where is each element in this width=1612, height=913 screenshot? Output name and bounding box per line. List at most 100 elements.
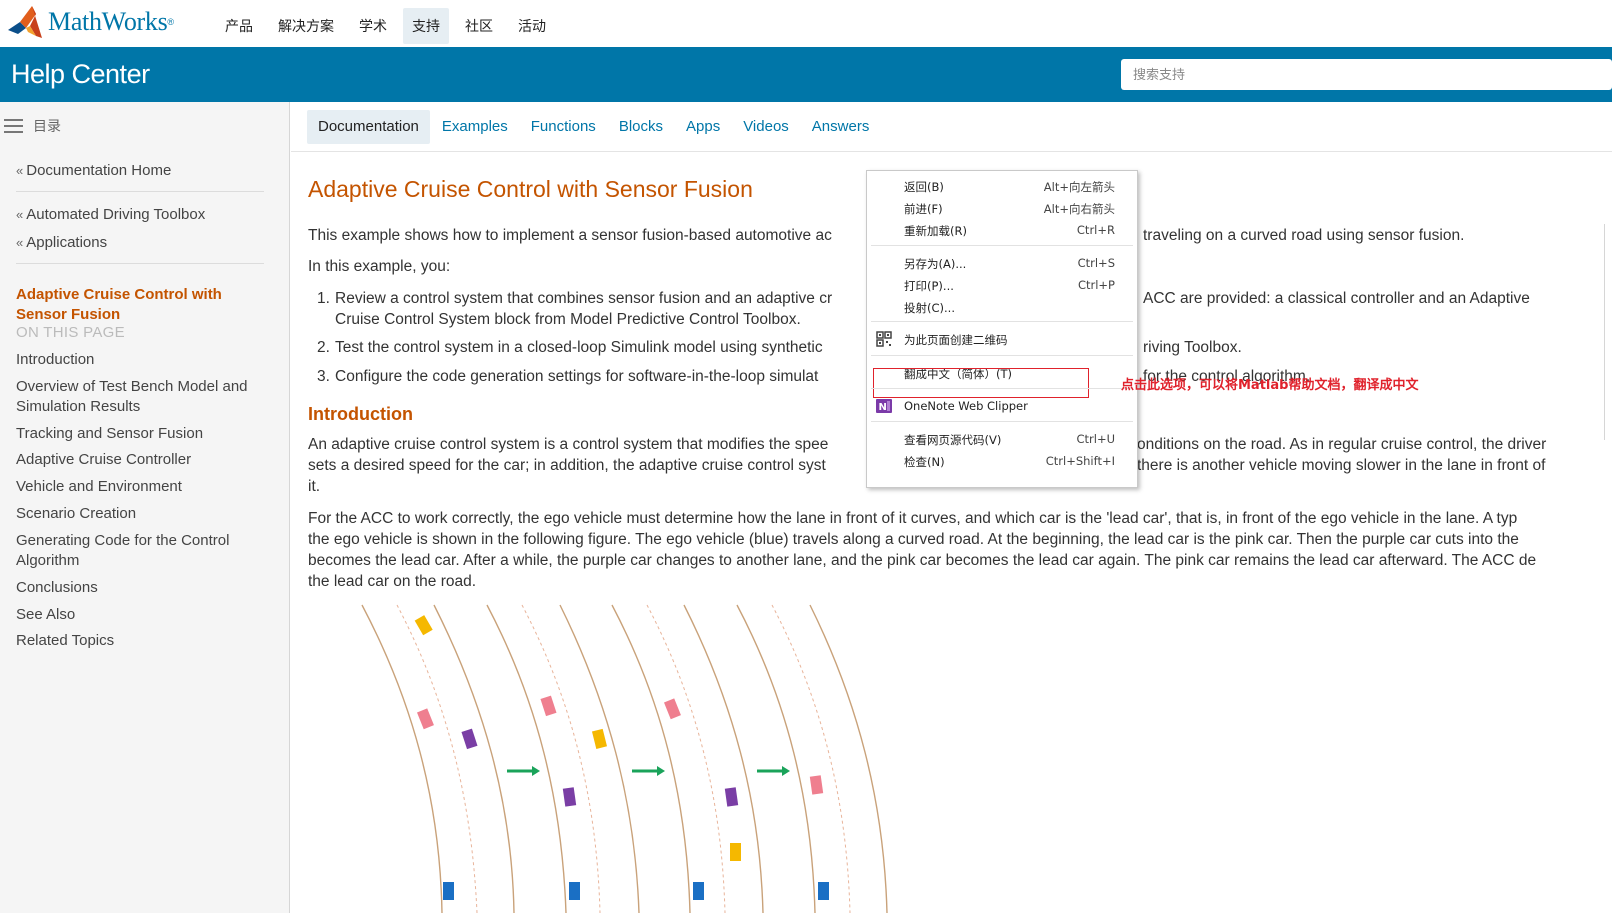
menu-item-view-source[interactable]: 查看网页源代码(V) Ctrl+U xyxy=(867,428,1137,450)
sidebar-item-scenario[interactable]: Scenario Creation xyxy=(16,504,266,524)
list-item-1-left: Review a control system that combines se… xyxy=(335,290,833,307)
lane-marking xyxy=(771,604,851,913)
sidebar-link-automated-driving[interactable]: «Automated Driving Toolbox xyxy=(16,206,205,223)
sidebar-link-applications[interactable]: «Applications xyxy=(16,234,107,251)
brand-reg: ® xyxy=(167,17,175,27)
list-item-1-line2: Cruise Control System block from Model P… xyxy=(335,311,801,328)
top-nav-item[interactable]: 产品 xyxy=(216,8,262,44)
list-num-2: 2. xyxy=(317,339,330,356)
toc-label: 目录 xyxy=(33,118,61,134)
menu-separator xyxy=(871,355,1133,356)
menu-item-label: 查看网页源代码(V) xyxy=(904,433,1002,447)
tab-answers[interactable]: Answers xyxy=(801,110,881,144)
menu-item-print[interactable]: 打印(P)... Ctrl+P xyxy=(867,274,1137,296)
intro-para-l2-left: sets a desired speed for the car; in add… xyxy=(308,457,826,474)
menu-separator xyxy=(871,388,1133,389)
top-nav-item[interactable]: 学术 xyxy=(350,8,396,44)
intro-para-l3: it. xyxy=(308,478,321,495)
translate-highlight-box xyxy=(873,368,1089,398)
menu-item-shortcut: Ctrl+P xyxy=(1077,278,1115,292)
sidebar-item-overview[interactable]: Overview of Test Bench Model and Simulat… xyxy=(16,377,266,417)
lane-marking xyxy=(646,604,726,913)
menu-item-label: 前进(F) xyxy=(904,202,943,216)
chevron-left-icon: « xyxy=(16,235,24,250)
menu-separator xyxy=(871,321,1133,322)
tab-blocks[interactable]: Blocks xyxy=(608,110,674,144)
tab-documentation[interactable]: Documentation xyxy=(307,110,430,144)
menu-item-label: 检查(N) xyxy=(904,455,945,469)
on-this-page-label: ON THIS PAGE xyxy=(16,324,125,341)
road-edge xyxy=(486,604,567,913)
menu-item-onenote[interactable]: N OneNote Web Clipper xyxy=(867,395,1137,417)
sidebar-link-documentation-home[interactable]: «Documentation Home xyxy=(16,162,171,179)
tab-functions[interactable]: Functions xyxy=(520,110,607,144)
road-edge xyxy=(736,604,816,913)
intro-para-l1-left: An adaptive cruise control system is a c… xyxy=(308,436,829,453)
ego-car-blue xyxy=(818,882,829,900)
road-edge xyxy=(683,604,764,913)
tab-apps[interactable]: Apps xyxy=(675,110,731,144)
list-item-1-right: ACC are provided: a classical controller… xyxy=(1143,290,1530,307)
lane-marking xyxy=(521,604,601,913)
menu-item-forward[interactable]: 前进(F) Alt+向右箭头 xyxy=(867,197,1137,219)
sidebar-item-tracking[interactable]: Tracking and Sensor Fusion xyxy=(16,424,266,444)
menu-item-shortcut: Ctrl+R xyxy=(1076,223,1115,237)
lane-marking xyxy=(396,604,478,913)
sidebar-item-introduction[interactable]: Introduction xyxy=(16,350,266,370)
sidebar-item-conclusions[interactable]: Conclusions xyxy=(16,578,266,598)
intro-text-right: traveling on a curved road using sensor … xyxy=(1143,227,1465,244)
tab-videos[interactable]: Videos xyxy=(732,110,800,144)
sidebar-item-vehicle[interactable]: Vehicle and Environment xyxy=(16,477,266,497)
pink-car xyxy=(416,708,434,730)
help-center-bar: Help Center xyxy=(0,47,1612,102)
mathworks-logo[interactable]: MathWorks ® xyxy=(6,4,174,40)
top-nav-item[interactable]: 社区 xyxy=(456,8,502,44)
arrow-right-icon xyxy=(632,766,665,776)
menu-item-qr-code[interactable]: 为此页面创建二维码 xyxy=(867,328,1137,350)
menu-item-label: 打印(P)... xyxy=(904,279,954,293)
in-this-example: In this example, you: xyxy=(308,258,451,275)
intro-text-left: This example shows how to implement a se… xyxy=(308,227,832,244)
context-menu: 返回(B) Alt+向左箭头 前进(F) Alt+向右箭头 重新加载(R) Ctrl+… xyxy=(866,170,1138,488)
top-nav-item[interactable]: 解决方案 xyxy=(269,8,343,44)
menu-item-back[interactable]: 返回(B) Alt+向左箭头 xyxy=(867,175,1137,197)
road-edge xyxy=(809,604,888,913)
menu-separator xyxy=(871,245,1133,246)
acc-para-line-2: the ego vehicle is shown in the followin… xyxy=(308,531,1519,548)
arrow-right-icon xyxy=(507,766,540,776)
list-item-2-left: Test the control system in a closed-loop… xyxy=(335,339,823,356)
yellow-car xyxy=(730,843,741,861)
ego-car-blue xyxy=(693,882,704,900)
menu-item-label: 投射(C)... xyxy=(904,301,955,315)
translate-annotation: 点击此选项，可以将Matlab帮助文档，翻译成中文 xyxy=(1121,378,1419,393)
top-nav-item[interactable]: 支持 xyxy=(403,8,449,44)
hamburger-icon xyxy=(4,118,23,134)
help-center-title[interactable]: Help Center xyxy=(11,59,150,90)
menu-item-reload[interactable]: 重新加载(R) Ctrl+R xyxy=(867,219,1137,241)
menu-item-inspect[interactable]: 检查(N) Ctrl+Shift+I xyxy=(867,450,1137,472)
menu-item-shortcut: Alt+向左箭头 xyxy=(1043,180,1115,194)
sidebar-item-acc[interactable]: Adaptive Cruise Controller xyxy=(16,450,266,470)
menu-item-cast[interactable]: 投射(C)... xyxy=(867,296,1137,318)
ego-car-blue xyxy=(569,882,580,900)
page-title: Adaptive Cruise Control with Sensor Fusi… xyxy=(308,176,753,202)
top-nav-item[interactable]: 活动 xyxy=(509,8,555,44)
menu-item-save-as[interactable]: 另存为(A)... Ctrl+S xyxy=(867,252,1137,274)
sidebar-link-label: Documentation Home xyxy=(26,162,172,179)
sidebar-item-related-topics[interactable]: Related Topics xyxy=(16,631,266,651)
toc-toggle[interactable]: 目录 xyxy=(4,116,61,136)
introduction-heading: Introduction xyxy=(308,404,413,424)
search-input[interactable] xyxy=(1121,59,1612,90)
sidebar-current-page: Adaptive Cruise Control with Sensor Fusi… xyxy=(16,286,222,323)
brand-name: MathWorks xyxy=(48,7,168,36)
tab-examples[interactable]: Examples xyxy=(431,110,519,144)
road-edge xyxy=(611,604,691,913)
purple-car xyxy=(562,787,577,807)
list-num-1: 1. xyxy=(317,290,330,307)
sidebar-item-see-also[interactable]: See Also xyxy=(16,605,266,625)
sidebar: 目录 «Documentation Home «Automated Drivin… xyxy=(0,102,290,913)
sidebar-link-label: Applications xyxy=(26,234,108,251)
yellow-car xyxy=(591,728,607,749)
intro-para-l1-right: onditions on the road. As in regular cru… xyxy=(1137,436,1547,453)
sidebar-item-codegen[interactable]: Generating Code for the Control Algorith… xyxy=(16,531,266,571)
